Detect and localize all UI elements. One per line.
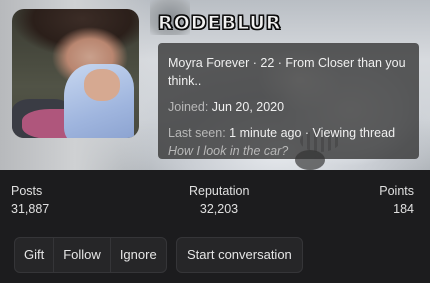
joined-row: Joined: Jun 20, 2020 [168,98,409,116]
follow-button[interactable]: Follow [54,238,111,272]
gift-button[interactable]: Gift [15,238,55,272]
last-seen-label: Last seen: [168,126,226,140]
start-conversation-button[interactable]: Start conversation [176,237,303,273]
avatar[interactable] [12,9,139,138]
profile-action-group: Gift Follow Ignore [14,237,167,273]
stat-reputation[interactable]: Reputation 32,203 [189,183,249,218]
stat-points-label: Points [379,184,414,198]
user-title-line: Moyra Forever · 22 · From Closer than yo… [168,56,406,88]
profile-info-box: Moyra Forever · 22 · From Closer than yo… [158,43,419,159]
activity-link[interactable]: How I look in the car? [168,142,409,160]
ignore-button[interactable]: Ignore [111,238,166,272]
stat-posts-value: 31,887 [11,202,50,216]
stats-bar: Posts 31,887 Reputation 32,203 Points 18… [0,170,430,230]
avatar-hand [84,69,120,101]
stat-reputation-label: Reputation [189,184,250,198]
stat-posts-label: Posts [11,184,43,198]
last-seen-value: 1 minute ago · Viewing thread [229,126,396,140]
last-seen-row: Last seen: 1 minute ago · Viewing thread [168,124,409,142]
stat-reputation-value: 32,203 [199,202,239,216]
stat-posts[interactable]: Posts 31,887 [11,183,49,218]
stat-points-value: 184 [393,202,414,216]
joined-label: Joined: [168,100,209,114]
username: RODEBLUR [158,12,282,35]
joined-value: Jun 20, 2020 [211,100,285,114]
stat-points[interactable]: Points 184 [379,183,414,218]
